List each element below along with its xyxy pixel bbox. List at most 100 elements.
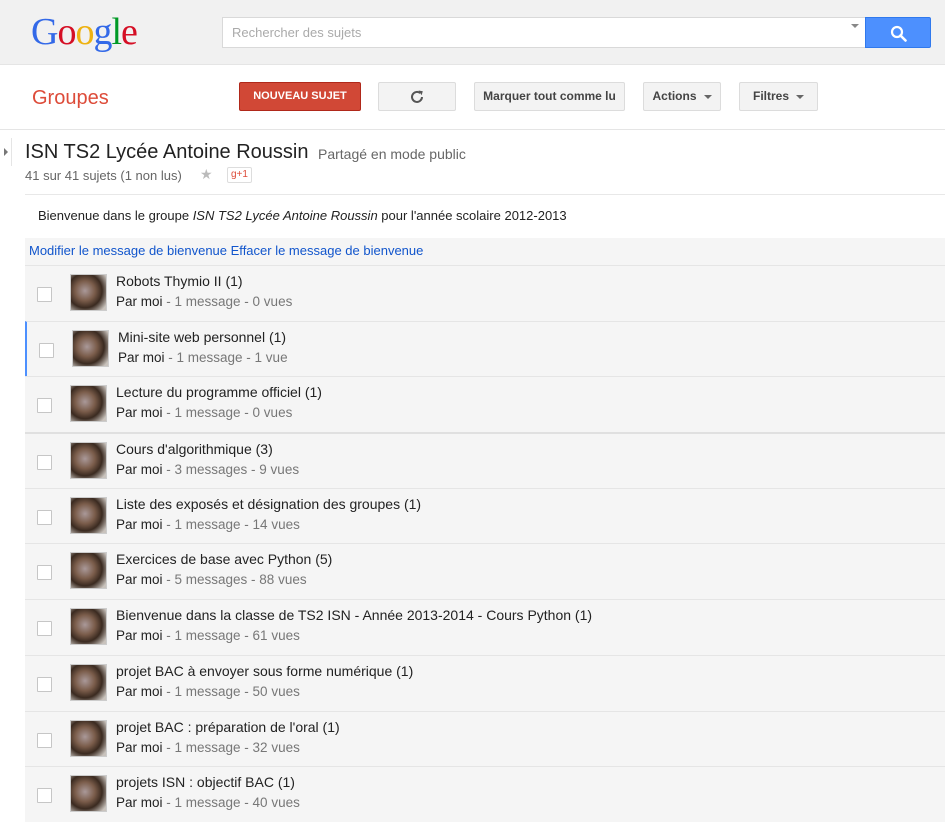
topic-checkbox[interactable] <box>39 342 54 358</box>
welcome-message: Bienvenue dans le groupe ISN TS2 Lycée A… <box>38 208 567 223</box>
topic-author: Par moi <box>116 462 163 478</box>
new-topic-button[interactable]: NOUVEAU SUJET <box>239 82 361 111</box>
topic-row[interactable]: Liste des exposés et désignation des gro… <box>25 487 945 544</box>
topic-title[interactable]: Cours d'algorithmique (3) <box>116 441 273 457</box>
avatar <box>70 442 107 480</box>
topic-meta: Par moi - 1 message - 61 vues <box>116 628 300 643</box>
welcome-actions: Modifier le message de bienvenue Effacer… <box>25 238 945 266</box>
welcome-group-name: ISN TS2 Lycée Antoine Roussin <box>192 208 378 223</box>
sidebar-toggle[interactable] <box>0 138 12 166</box>
topic-stats: - 3 messages - 9 vues <box>162 462 300 478</box>
group-sharing-status: Partagé en mode public <box>318 146 466 162</box>
topic-stats: - 1 message - 40 vues <box>162 795 300 811</box>
welcome-prefix: Bienvenue dans le groupe <box>38 208 193 223</box>
topic-checkbox[interactable] <box>37 788 52 804</box>
topic-stats: - 1 message - 50 vues <box>162 683 300 699</box>
topic-title[interactable]: Bienvenue dans la classe de TS2 ISN - An… <box>116 607 592 623</box>
topic-row[interactable]: projets ISN : objectif BAC (1) Par moi - … <box>25 766 945 822</box>
mark-all-read-button[interactable]: Marquer tout comme lu <box>474 82 625 111</box>
gplus-button[interactable]: g+1 <box>227 167 252 183</box>
refresh-button[interactable] <box>378 82 456 111</box>
topic-count: 41 sur 41 sujets (1 non lus) <box>25 168 182 183</box>
topic-checkbox[interactable] <box>37 565 52 581</box>
actions-dropdown[interactable]: Actions <box>643 82 721 111</box>
topic-row[interactable]: projet BAC : préparation de l'oral (1) Pa… <box>25 710 945 767</box>
topic-title[interactable]: Lecture du programme officiel (1) <box>116 384 322 400</box>
topic-checkbox[interactable] <box>37 287 52 302</box>
avatar <box>70 663 107 701</box>
logo-letter: g <box>93 11 112 53</box>
topic-stats: - 1 message - 61 vues <box>162 628 300 644</box>
topic-stats: - 1 message - 0 vues <box>162 405 293 421</box>
topic-row[interactable]: Robots Thymio II (1) Par moi - 1 message … <box>25 265 945 321</box>
avatar <box>72 329 109 367</box>
topic-row[interactable]: Exercices de base avec Python (5) Par moi… <box>25 543 945 600</box>
topic-title[interactable]: projet BAC : préparation de l'oral (1) <box>116 719 340 735</box>
topic-row[interactable]: Mini-site web personnel (1) Par moi - 1 m… <box>25 320 945 377</box>
avatar <box>70 496 107 534</box>
topic-row[interactable]: projet BAC à envoyer sous forme numériqu… <box>25 654 945 711</box>
topic-title[interactable]: Exercices de base avec Python (5) <box>116 551 332 567</box>
logo-letter: l <box>111 11 122 53</box>
avatar <box>70 552 107 590</box>
topic-checkbox[interactable] <box>37 621 52 637</box>
welcome-suffix: pour l'année scolaire 2012-2013 <box>377 208 567 223</box>
search-input[interactable] <box>223 18 843 47</box>
topic-title[interactable]: projet BAC à envoyer sous forme numériqu… <box>116 663 413 679</box>
divider <box>25 194 945 195</box>
chevron-down-icon[interactable] <box>851 24 859 28</box>
logo-letter: o <box>75 11 94 53</box>
topic-stats: - 5 messages - 88 vues <box>162 572 307 588</box>
avatar <box>70 608 107 646</box>
refresh-icon <box>411 90 423 103</box>
topic-meta: Par moi - 1 message - 1 vue <box>118 350 288 365</box>
topic-author: Par moi <box>116 516 163 532</box>
topic-meta: Par moi - 1 message - 0 vues <box>116 405 292 420</box>
topic-checkbox[interactable] <box>37 732 52 748</box>
avatar <box>70 274 107 311</box>
topic-meta: Par moi - 1 message - 14 vues <box>116 517 300 532</box>
topic-checkbox[interactable] <box>37 455 52 471</box>
delete-welcome-link[interactable]: Effacer le message de bienvenue <box>231 243 424 258</box>
topic-title[interactable]: projets ISN : objectif BAC (1) <box>116 774 295 790</box>
topic-stats: - 1 message - 32 vues <box>162 739 300 755</box>
chevron-down-icon <box>703 94 712 99</box>
avatar <box>70 385 107 423</box>
topic-meta: Par moi - 5 messages - 88 vues <box>116 572 307 587</box>
chevron-down-icon <box>796 94 804 99</box>
topic-title[interactable]: Liste des exposés et désignation des gro… <box>116 496 421 512</box>
chevron-right-icon <box>4 148 8 156</box>
group-title: ISN TS2 Lycée Antoine Roussin <box>25 141 309 163</box>
topic-row[interactable]: Bienvenue dans la classe de TS2 ISN - An… <box>25 599 945 655</box>
avatar <box>70 719 107 757</box>
topic-author: Par moi <box>116 628 163 644</box>
search-icon <box>890 25 907 42</box>
topic-meta: Par moi - 3 messages - 9 vues <box>116 462 299 477</box>
edit-welcome-link[interactable]: Modifier le message de bienvenue <box>29 243 227 258</box>
topic-stats: - 1 message - 14 vues <box>162 516 300 532</box>
filters-dropdown[interactable]: Filtres <box>739 82 818 111</box>
topic-author: Par moi <box>116 795 163 811</box>
topic-checkbox[interactable] <box>37 676 52 692</box>
actions-label: Actions <box>652 89 697 103</box>
topic-list: Robots Thymio II (1) Par moi - 1 message … <box>25 265 945 822</box>
topic-meta: Par moi - 1 message - 40 vues <box>116 795 300 810</box>
topic-checkbox[interactable] <box>37 509 52 525</box>
topic-stats: - 1 message - 0 vues <box>162 294 293 309</box>
topic-author: Par moi <box>116 572 163 588</box>
topic-title[interactable]: Robots Thymio II (1) <box>116 273 243 289</box>
logo-letter: o <box>57 11 76 53</box>
star-icon[interactable]: ★ <box>200 166 213 183</box>
topic-title[interactable]: Mini-site web personnel (1) <box>118 329 286 345</box>
google-logo[interactable]: Google <box>31 11 138 53</box>
app-title[interactable]: Groupes <box>32 87 109 110</box>
topic-author: Par moi <box>118 349 165 365</box>
topic-row[interactable]: Cours d'algorithmique (3) Par moi - 3 mes… <box>25 432 945 488</box>
topic-row[interactable]: Lecture du programme officiel (1) Par moi… <box>25 376 945 433</box>
search-button[interactable] <box>865 17 931 48</box>
logo-letter: G <box>31 11 58 53</box>
topic-meta: Par moi - 1 message - 50 vues <box>116 684 300 699</box>
search-box[interactable] <box>222 17 865 48</box>
topic-author: Par moi <box>116 683 163 699</box>
topic-checkbox[interactable] <box>37 398 52 414</box>
